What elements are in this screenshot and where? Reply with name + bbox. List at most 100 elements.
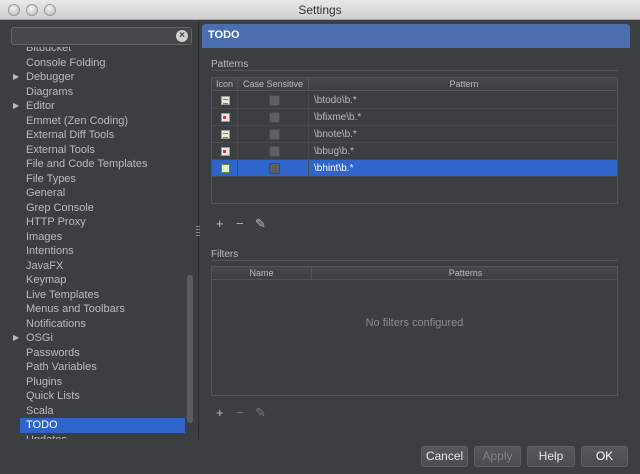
icon-cell[interactable]	[212, 109, 238, 126]
sidebar-item-notifications[interactable]: Notifications	[10, 317, 185, 332]
sidebar-item-scala[interactable]: Scala	[10, 404, 185, 419]
pattern-cell[interactable]: \bfixme\b.*	[309, 109, 619, 126]
sidebar-item-todo[interactable]: TODO	[20, 418, 185, 433]
pattern-cell[interactable]: \bhint\b.*	[309, 160, 619, 177]
case-sensitive-checkbox[interactable]	[269, 129, 280, 140]
sidebar-item-label: OSGi	[26, 332, 53, 344]
sidebar-item-label: JavaFX	[26, 259, 64, 272]
icon-cell[interactable]	[212, 160, 238, 177]
fixme-icon	[221, 113, 230, 122]
sidebar-item-label: Console Folding	[26, 56, 106, 69]
sidebar-item-file-types[interactable]: File Types	[10, 172, 185, 187]
sidebar-item-bitbucket[interactable]: Bitbucket	[10, 47, 185, 56]
pattern-cell[interactable]: \bnote\b.*	[309, 126, 619, 143]
column-icon[interactable]: Icon	[212, 78, 238, 91]
case-sensitive-checkbox[interactable]	[269, 163, 280, 174]
pattern-row[interactable]: \bfixme\b.*	[212, 109, 617, 126]
add-pattern-button[interactable]: +	[216, 217, 224, 230]
sidebar-item-console-folding[interactable]: Console Folding	[10, 56, 185, 71]
clear-search-icon[interactable]: ×	[176, 30, 188, 42]
expand-arrow-icon[interactable]: ▶	[13, 331, 19, 346]
sidebar-item-file-and-code-templates[interactable]: File and Code Templates	[10, 157, 185, 172]
icon-cell[interactable]	[212, 92, 238, 109]
window-title: Settings	[298, 3, 342, 17]
column-patterns[interactable]: Patterns	[312, 267, 619, 280]
sidebar-item-label: Plugins	[26, 375, 63, 388]
pattern-row[interactable]: \btodo\b.*	[212, 92, 617, 109]
sidebar-item-label: Live Templates	[26, 288, 100, 301]
sidebar-item-path-variables[interactable]: Path Variables	[10, 360, 185, 375]
sidebar-item-external-tools[interactable]: External Tools	[10, 143, 185, 158]
sidebar-item-editor[interactable]: ▶ Editor	[10, 99, 185, 114]
sidebar-item-intentions[interactable]: Intentions	[10, 244, 185, 259]
column-name[interactable]: Name	[212, 267, 312, 280]
sidebar-item-quick-lists[interactable]: Quick Lists	[10, 389, 185, 404]
sidebar-item-label: Updates	[26, 434, 67, 440]
sidebar-item-label: Path Variables	[26, 361, 97, 373]
case-sensitive-checkbox[interactable]	[269, 146, 280, 157]
sidebar-item-external-diff-tools[interactable]: External Diff Tools	[10, 128, 185, 143]
sidebar-item-http-proxy[interactable]: HTTP Proxy	[10, 215, 185, 230]
sidebar-item-debugger[interactable]: ▶ Debugger	[10, 70, 185, 85]
remove-filter-button[interactable]: −	[236, 406, 244, 419]
sidebar-scrollbar[interactable]	[187, 275, 193, 423]
fixme-icon	[221, 147, 230, 156]
case-sensitive-checkbox[interactable]	[269, 95, 280, 106]
patterns-label: Patterns	[211, 59, 249, 70]
sidebar-item-label: Diagrams	[26, 85, 74, 98]
edit-pattern-icon[interactable]: ✎	[255, 217, 266, 230]
sidebar-item-label: Grep Console	[26, 201, 94, 214]
search-field[interactable]: ×	[11, 27, 192, 45]
sidebar-item-label: External Diff Tools	[26, 129, 115, 141]
pattern-cell[interactable]: \btodo\b.*	[309, 92, 619, 109]
filters-table: Name Patterns No filters configured	[211, 266, 618, 396]
column-pattern[interactable]: Pattern	[309, 78, 619, 91]
sidebar-item-live-templates[interactable]: Live Templates	[10, 288, 185, 303]
sidebar-item-label: Keymap	[26, 274, 67, 286]
pattern-cell[interactable]: \bbug\b.*	[309, 143, 619, 160]
pattern-row[interactable]: \bnote\b.*	[212, 126, 617, 143]
splitter-grip-icon[interactable]	[196, 226, 200, 238]
sidebar-item-osgi[interactable]: ▶ OSGi	[10, 331, 185, 346]
icon-cell[interactable]	[212, 126, 238, 143]
sidebar-item-label: File Types	[26, 172, 76, 185]
sidebar-item-passwords[interactable]: Passwords	[10, 346, 185, 361]
sidebar-item-emmet-zen-coding[interactable]: Emmet (Zen Coding)	[10, 114, 185, 129]
todo-icon	[221, 96, 230, 105]
sidebar-item-label: External Tools	[26, 143, 95, 156]
case-sensitive-cell	[238, 143, 309, 160]
add-filter-button[interactable]: +	[216, 406, 224, 419]
apply-button[interactable]: Apply	[474, 446, 521, 467]
patterns-table-header: Icon Case Sensitive Pattern	[212, 78, 617, 91]
sidebar-item-plugins[interactable]: Plugins	[10, 375, 185, 390]
pattern-row[interactable]: \bhint\b.*	[212, 160, 617, 177]
sidebar-item-label: Intentions	[26, 245, 74, 257]
sidebar-item-javafx[interactable]: JavaFX	[10, 259, 185, 274]
sidebar-item-label: File and Code Templates	[26, 158, 148, 170]
case-sensitive-checkbox[interactable]	[269, 112, 280, 123]
edit-filter-icon[interactable]: ✎	[255, 406, 266, 419]
ok-button[interactable]: OK	[581, 446, 628, 467]
filters-table-header: Name Patterns	[212, 267, 617, 280]
sidebar-item-label: Notifications	[26, 317, 86, 330]
expand-arrow-icon[interactable]: ▶	[13, 99, 19, 114]
sidebar-item-label: Debugger	[26, 71, 75, 83]
column-case-sensitive[interactable]: Case Sensitive	[238, 78, 309, 91]
case-sensitive-cell	[238, 92, 309, 109]
icon-cell[interactable]	[212, 143, 238, 160]
sidebar-item-general[interactable]: General	[10, 186, 185, 201]
sidebar-item-label: General	[26, 187, 66, 199]
help-button[interactable]: Help	[527, 446, 575, 467]
sidebar-item-label: Quick Lists	[26, 390, 80, 402]
sidebar-item-keymap[interactable]: Keymap	[10, 273, 185, 288]
pattern-row[interactable]: \bbug\b.*	[212, 143, 617, 160]
sidebar-item-menus-and-toolbars[interactable]: Menus and Toolbars	[10, 302, 185, 317]
patterns-table: Icon Case Sensitive Pattern \btodo\b.* \b…	[211, 77, 618, 204]
sidebar-item-diagrams[interactable]: Diagrams	[10, 85, 185, 100]
sidebar-item-updates[interactable]: Updates	[10, 433, 185, 440]
sidebar-item-images[interactable]: Images	[10, 230, 185, 245]
cancel-button[interactable]: Cancel	[421, 446, 468, 467]
remove-pattern-button[interactable]: −	[236, 217, 244, 230]
sidebar-item-grep-console[interactable]: Grep Console	[10, 201, 185, 216]
expand-arrow-icon[interactable]: ▶	[13, 70, 19, 85]
